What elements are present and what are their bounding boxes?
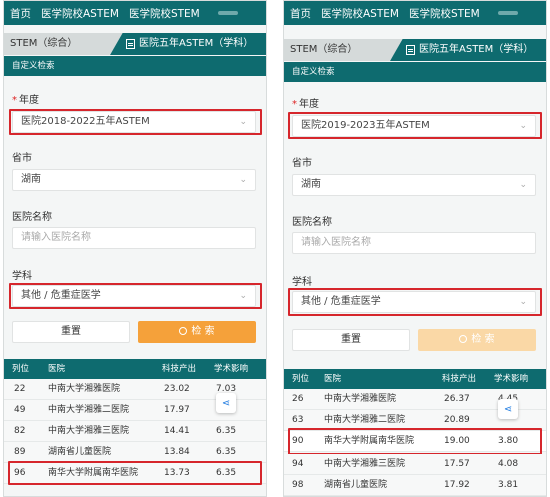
tab-bar: ‹ STEM（综合） 医院五年ASTEM（学科） (4, 33, 266, 55)
custom-search-header: 自定义检索 (4, 56, 266, 76)
share-icon[interactable]: ⋖ (216, 393, 236, 413)
tab-label: STEM（综合） (10, 38, 78, 49)
year-label: * 年度 (292, 99, 319, 110)
year-select[interactable]: 医院2018-2022五年ASTEM ⌄ (12, 111, 256, 133)
table-row[interactable]: 90 南华大学附属南华医院 19.00 3.80 (284, 431, 546, 452)
more-icon[interactable] (217, 11, 238, 15)
reset-button[interactable]: 重置 (292, 329, 410, 351)
table-row[interactable]: 82 中南大学湘雅三医院 14.41 6.35 (4, 421, 266, 442)
left-screenshot: 首页 医学院校ASTEM 医学院校STEM ‹ STEM（综合） 医院五年AST… (3, 0, 267, 497)
tab-hospital-astem[interactable]: 医院五年ASTEM（学科） (390, 39, 546, 61)
subject-label: 学科 (12, 271, 32, 282)
nav-home[interactable]: 首页 (290, 6, 311, 21)
doc-icon (406, 45, 415, 55)
chevron-down-icon: ⌄ (519, 180, 527, 190)
search-button[interactable]: 检 索 (138, 321, 256, 343)
tab-label: STEM（综合） (290, 44, 358, 55)
hospital-name-input[interactable]: 请输入医院名称 (12, 227, 256, 249)
table-row[interactable]: 96 南华大学附属南华医院 13.73 6.35 (4, 463, 266, 484)
chevron-down-icon: ⌄ (239, 117, 247, 127)
hospital-name-label: 医院名称 (12, 212, 52, 223)
reset-button[interactable]: 重置 (12, 321, 130, 343)
year-label: * 年度 (12, 95, 39, 106)
province-label: 省市 (292, 158, 312, 169)
table-row[interactable]: 98 湖南省儿童医院 17.92 3.81 (284, 475, 546, 496)
tab-bar: STEM（综合） 医院五年ASTEM（学科） (284, 39, 546, 61)
subject-label: 学科 (292, 277, 312, 288)
table-row[interactable]: 94 中南大学湘雅三医院 17.57 4.08 (284, 454, 546, 475)
chevron-down-icon: ⌄ (519, 121, 527, 131)
chevron-down-icon: ⌄ (239, 175, 247, 185)
subject-select[interactable]: 其他 / 危重症医学 ⌄ (12, 285, 256, 307)
top-nav: 首页 医学院校ASTEM 医学院校STEM (284, 1, 546, 25)
nav-home[interactable]: 首页 (10, 6, 31, 21)
tab-label: 医院五年ASTEM（学科） (419, 44, 534, 55)
search-icon (179, 327, 188, 335)
chevron-down-icon: ⌄ (519, 297, 527, 307)
nav-medical-stem[interactable]: 医学院校STEM (129, 6, 200, 21)
nav-medical-stem[interactable]: 医学院校STEM (409, 6, 480, 21)
nav-medical-astem[interactable]: 医学院校ASTEM (41, 6, 119, 21)
top-nav: 首页 医学院校ASTEM 医学院校STEM (4, 1, 266, 25)
table-header: 列位 医院 科技产出 学术影响 (4, 359, 266, 379)
doc-icon (126, 39, 135, 49)
tab-label: 医院五年ASTEM（学科） (139, 38, 254, 49)
chevron-down-icon: ⌄ (239, 291, 247, 301)
nav-medical-astem[interactable]: 医学院校ASTEM (321, 6, 399, 21)
table-row[interactable]: 89 湖南省儿童医院 13.84 6.35 (4, 442, 266, 463)
tab-stem-comprehensive[interactable]: STEM（综合） (4, 33, 124, 55)
custom-search-header: 自定义检索 (284, 62, 546, 82)
subject-select[interactable]: 其他 / 危重症医学 ⌄ (292, 291, 536, 313)
more-icon[interactable] (497, 11, 518, 15)
hospital-name-label: 医院名称 (292, 217, 332, 228)
province-select[interactable]: 湖南 ⌄ (12, 169, 256, 191)
right-screenshot: 首页 医学院校ASTEM 医学院校STEM STEM（综合） 医院五年ASTEM… (283, 0, 547, 497)
province-label: 省市 (12, 153, 32, 164)
search-icon (459, 335, 468, 343)
province-select[interactable]: 湖南 ⌄ (292, 174, 536, 196)
year-select[interactable]: 医院2019-2023五年ASTEM ⌄ (292, 115, 536, 137)
tab-stem-comprehensive[interactable]: STEM（综合） (284, 39, 404, 61)
table-header: 列位 医院 科技产出 学术影响 (284, 369, 546, 389)
search-button[interactable]: 检 索 (418, 329, 536, 351)
tab-hospital-astem[interactable]: 医院五年ASTEM（学科） (110, 33, 266, 55)
share-icon[interactable]: ⋖ (498, 399, 518, 419)
hospital-name-input[interactable]: 请输入医院名称 (292, 232, 536, 254)
